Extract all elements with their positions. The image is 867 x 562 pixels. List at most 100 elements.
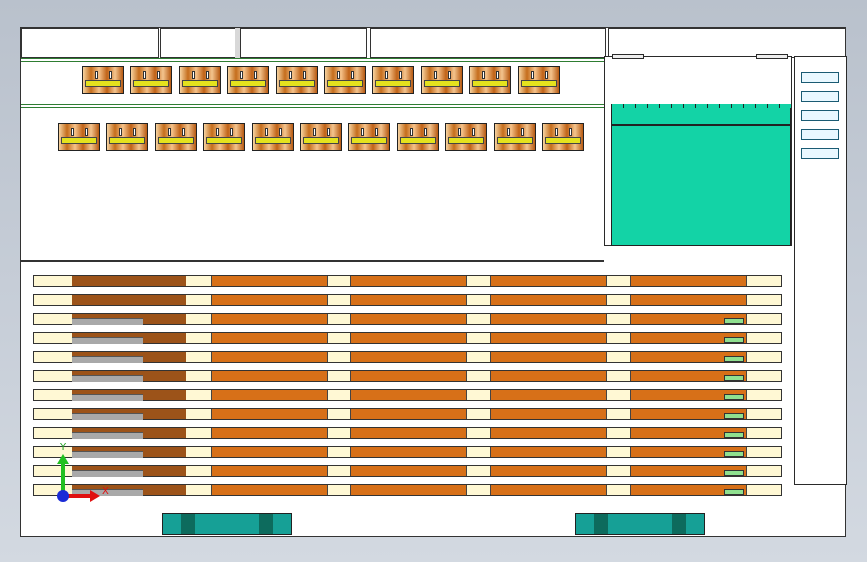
busbar-terminal[interactable] [724,356,744,362]
component-pin [264,128,268,136]
component-pin [133,128,137,136]
busbar-segment [211,447,328,457]
busbar-base [72,276,186,286]
busbar-segment [490,314,607,324]
busbar-row[interactable] [33,294,782,306]
inductor-component[interactable] [469,66,512,94]
busbar-segment [211,333,328,343]
busbar-terminal[interactable] [724,470,744,476]
frame-line [21,104,604,105]
busbar-terminal[interactable] [724,337,744,343]
inductor-component[interactable] [324,66,366,94]
y-axis-head [57,454,69,464]
component-pin [254,71,258,79]
component-band [157,137,194,144]
component-pin [191,71,195,79]
busbar-insert [72,413,143,420]
busbar-segment [490,333,607,343]
busbar-row[interactable] [33,351,782,363]
busbar-row[interactable] [33,389,782,401]
inductor-component[interactable] [154,123,197,151]
frame-line [21,107,604,108]
busbar-segment [490,409,607,419]
inductor-component[interactable] [251,123,294,151]
inductor-component[interactable] [396,123,439,151]
x-axis-label: X [102,486,109,497]
busbar-row[interactable] [33,275,782,287]
frame-line [21,260,604,262]
busbar-insert [72,337,143,344]
busbar-terminal[interactable] [724,432,744,438]
component-band [423,80,460,87]
busbar-row[interactable] [33,313,782,325]
inductor-component[interactable] [493,123,536,151]
inductor-component[interactable] [130,66,173,94]
busbar-segment [350,371,467,381]
busbar-segment [211,428,328,438]
inductor-component[interactable] [445,123,488,151]
busbar-segment [211,485,328,495]
inductor-component[interactable] [227,66,270,94]
component-band [230,80,267,87]
inductor-component[interactable] [372,66,415,94]
frame-line [21,58,604,59]
component-band [206,137,243,144]
inductor-component[interactable] [542,123,584,151]
busbar-terminal[interactable] [724,451,744,457]
busbar-row[interactable] [33,465,782,477]
busbar-segment [490,390,607,400]
component-band [375,80,412,87]
component-band [327,80,363,87]
frame-line [21,61,604,62]
component-band [278,80,315,87]
coolant-tank [611,125,791,246]
inductor-component[interactable] [82,66,124,94]
component-band [520,80,557,87]
inductor-component[interactable] [106,123,149,151]
component-pin [423,128,427,136]
footing-right [575,513,705,535]
inductor-component[interactable] [420,66,463,94]
busbar-segment [350,428,467,438]
busbar-terminal[interactable] [724,318,744,324]
footing-block [594,514,608,534]
busbar-row[interactable] [33,408,782,420]
component-pin [482,71,486,79]
panel-slot [801,72,839,83]
busbar-row[interactable] [33,427,782,439]
panel-slot [801,148,839,159]
busbar-terminal[interactable] [724,489,744,495]
inductor-component[interactable] [203,123,246,151]
busbar-segment [211,295,328,305]
busbar-segment [350,314,467,324]
inductor-component[interactable] [275,66,318,94]
busbar-segment [211,314,328,324]
component-pin [496,71,500,79]
axis-triad: Y X [57,442,109,502]
busbar-segment [211,390,328,400]
component-band [254,137,291,144]
inductor-component[interactable] [178,66,221,94]
inductor-component[interactable] [58,123,100,151]
busbar-terminal[interactable] [724,394,744,400]
component-pin [472,128,476,136]
inductor-component[interactable] [348,123,391,151]
busbar-segment [211,466,328,476]
busbar-terminal[interactable] [724,375,744,381]
inductor-component[interactable] [517,66,560,94]
component-pin [313,128,316,136]
component-band [181,80,218,87]
busbar-terminal[interactable] [724,413,744,419]
inductor-component[interactable] [300,123,342,151]
busbar-row[interactable] [33,484,782,496]
component-pin [361,128,365,136]
cad-viewport[interactable]: { "view": { "name": "assembly-top-view",… [0,0,867,562]
busbar-row[interactable] [33,332,782,344]
cabinet-latch [756,54,788,59]
component-pin [337,71,340,79]
busbar-insert [72,394,143,401]
component-band [61,137,97,144]
busbar-row[interactable] [33,446,782,458]
component-pin [520,128,524,136]
busbar-row[interactable] [33,370,782,382]
